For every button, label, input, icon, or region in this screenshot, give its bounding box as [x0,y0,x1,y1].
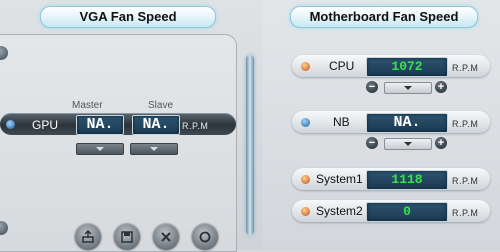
chevron-down-icon [150,147,158,151]
export-icon [82,230,94,243]
nb-decrease-button[interactable]: − [366,137,378,149]
gpu-master-display: NA. [76,115,124,135]
system1-label: System1 [316,172,363,186]
nb-increase-button[interactable]: + [435,137,447,149]
system2-label: System2 [316,204,363,218]
fan-dot-icon [6,120,15,129]
nb-label: NB [333,115,350,129]
gpu-slave-display: NA. [132,115,180,135]
slave-header: Slave [148,100,174,111]
apply-button[interactable] [75,224,101,250]
system2-unit: R.P.M [452,208,479,218]
gpu-slave-dropdown[interactable] [130,143,178,155]
system1-unit: R.P.M [452,176,479,186]
cpu-speed-display: 1072 [366,57,448,77]
nb-speed-dropdown[interactable] [384,138,432,150]
circle-icon [199,231,211,243]
gpu-label: GPU [32,118,59,132]
cpu-decrease-button[interactable]: − [366,81,378,93]
fan-dot-icon [301,207,310,216]
knob-icon [0,221,8,235]
gpu-unit: R.P.M [182,121,209,131]
chevron-down-icon [96,147,104,151]
vga-panel: VGA Fan Speed Master Slave GPU NA. NA. R… [0,0,262,252]
save-button[interactable] [114,224,140,250]
cancel-button[interactable] [153,224,179,250]
panel-separator [246,55,254,235]
knob-icon [0,46,8,60]
chevron-down-icon [404,142,412,146]
fan-dot-icon [301,175,310,184]
save-icon [121,231,133,243]
system1-speed-display: 1118 [366,170,448,190]
cpu-increase-button[interactable]: + [435,81,447,93]
motherboard-title: Motherboard Fan Speed [290,6,478,28]
chevron-down-icon [404,86,412,90]
gpu-master-dropdown[interactable] [76,143,124,155]
fan-dot-icon [301,118,310,127]
cpu-unit: R.P.M [452,63,479,73]
master-header: Master [72,100,103,111]
nb-unit: R.P.M [452,119,479,129]
vga-title: VGA Fan Speed [40,6,216,28]
nb-speed-display: NA. [366,113,448,133]
fan-dot-icon [301,62,310,71]
cpu-label: CPU [329,59,355,73]
close-icon [161,232,171,242]
system2-speed-display: 0 [366,202,448,222]
reset-button[interactable] [192,224,218,250]
cpu-speed-dropdown[interactable] [384,82,432,94]
